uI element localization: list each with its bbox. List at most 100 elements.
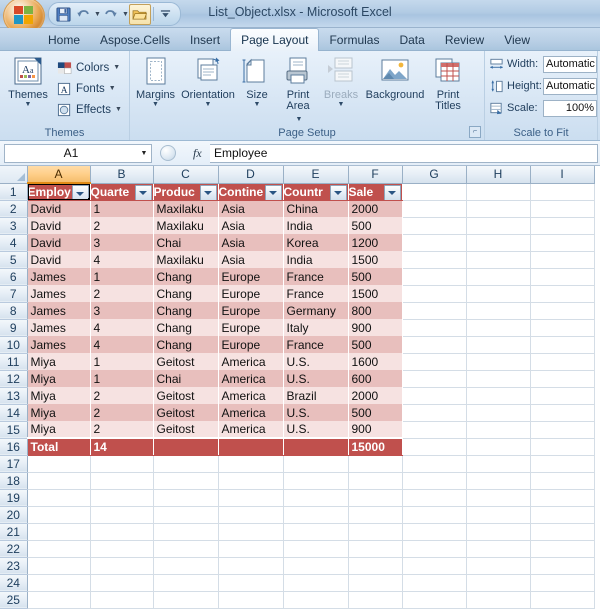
- empty-cell[interactable]: [27, 455, 91, 473]
- column-header-g[interactable]: G: [402, 166, 467, 184]
- empty-cell[interactable]: [402, 421, 467, 439]
- empty-cell[interactable]: [218, 557, 284, 575]
- row-header-22[interactable]: 22: [0, 540, 28, 558]
- column-header-d[interactable]: D: [218, 166, 284, 184]
- filter-button-quarter[interactable]: [134, 184, 152, 199]
- empty-cell[interactable]: [402, 234, 467, 252]
- table-cell[interactable]: Europe: [218, 285, 284, 302]
- tab-aspose-cells[interactable]: Aspose.Cells: [90, 29, 180, 52]
- row-header-16[interactable]: 16: [0, 438, 28, 456]
- table-cell[interactable]: David: [27, 234, 91, 251]
- empty-cell[interactable]: [402, 438, 467, 456]
- empty-cell[interactable]: [466, 438, 531, 456]
- table-cell[interactable]: America: [218, 404, 284, 421]
- orientation-button[interactable]: Orientation ▼: [179, 53, 237, 124]
- table-cell[interactable]: Chang: [153, 319, 219, 336]
- table-cell[interactable]: 900: [348, 421, 403, 438]
- empty-cell[interactable]: [466, 506, 531, 524]
- print-area-button[interactable]: Print Area ▼: [277, 53, 319, 124]
- empty-cell[interactable]: [402, 268, 467, 286]
- empty-cell[interactable]: [402, 183, 467, 201]
- empty-cell[interactable]: [530, 472, 595, 490]
- table-cell[interactable]: 500: [348, 336, 403, 353]
- empty-cell[interactable]: [530, 557, 595, 575]
- empty-cell[interactable]: [530, 183, 595, 201]
- empty-cell[interactable]: [402, 319, 467, 337]
- empty-cell[interactable]: [466, 523, 531, 541]
- empty-cell[interactable]: [27, 489, 91, 507]
- row-header-4[interactable]: 4: [0, 234, 28, 252]
- column-header-f[interactable]: F: [348, 166, 403, 184]
- empty-cell[interactable]: [348, 506, 403, 524]
- empty-cell[interactable]: [402, 455, 467, 473]
- table-cell[interactable]: Chai: [153, 370, 219, 387]
- empty-cell[interactable]: [530, 540, 595, 558]
- row-header-14[interactable]: 14: [0, 404, 28, 422]
- table-cell[interactable]: America: [218, 353, 284, 370]
- table-cell[interactable]: 800: [348, 302, 403, 319]
- row-header-20[interactable]: 20: [0, 506, 28, 524]
- empty-cell[interactable]: [283, 523, 349, 541]
- table-cell[interactable]: James: [27, 285, 91, 302]
- table-cell[interactable]: Korea: [283, 234, 349, 251]
- empty-cell[interactable]: [218, 540, 284, 558]
- table-total-cell[interactable]: 15000: [348, 437, 403, 456]
- table-cell[interactable]: Asia: [218, 234, 284, 251]
- empty-cell[interactable]: [153, 489, 219, 507]
- table-header-product[interactable]: Produc: [153, 183, 219, 201]
- table-total-cell[interactable]: 14: [90, 437, 154, 456]
- page-setup-dialog-launcher[interactable]: ⌐: [469, 126, 481, 138]
- width-select[interactable]: Automatic: [543, 55, 597, 73]
- row-header-17[interactable]: 17: [0, 455, 28, 473]
- column-header-h[interactable]: H: [466, 166, 531, 184]
- row-header-6[interactable]: 6: [0, 268, 28, 286]
- row-header-1[interactable]: 1: [0, 183, 28, 201]
- empty-cell[interactable]: [153, 506, 219, 524]
- table-cell[interactable]: Europe: [218, 302, 284, 319]
- table-cell[interactable]: Maxilaku: [153, 217, 219, 234]
- row-header-7[interactable]: 7: [0, 285, 28, 303]
- tab-insert[interactable]: Insert: [180, 29, 230, 52]
- filter-button-employee[interactable]: [71, 185, 89, 199]
- empty-cell[interactable]: [218, 523, 284, 541]
- table-total-cell[interactable]: Total: [27, 437, 91, 456]
- table-cell[interactable]: James: [27, 268, 91, 285]
- empty-cell[interactable]: [466, 319, 531, 337]
- insert-function-icon[interactable]: fx: [193, 146, 202, 161]
- table-cell[interactable]: James: [27, 319, 91, 336]
- empty-cell[interactable]: [466, 591, 531, 609]
- name-box[interactable]: A1 ▼: [4, 143, 152, 163]
- table-cell[interactable]: Geitost: [153, 421, 219, 438]
- table-cell[interactable]: 2: [90, 285, 154, 302]
- empty-cell[interactable]: [283, 574, 349, 592]
- empty-cell[interactable]: [402, 557, 467, 575]
- column-header-i[interactable]: I: [530, 166, 595, 184]
- table-cell[interactable]: 500: [348, 268, 403, 285]
- table-cell[interactable]: James: [27, 336, 91, 353]
- empty-cell[interactable]: [402, 506, 467, 524]
- empty-cell[interactable]: [283, 489, 349, 507]
- empty-cell[interactable]: [466, 200, 531, 218]
- empty-cell[interactable]: [153, 557, 219, 575]
- empty-cell[interactable]: [466, 336, 531, 354]
- table-cell[interactable]: India: [283, 217, 349, 234]
- breaks-dropdown-arrow[interactable]: ▼: [319, 101, 363, 108]
- empty-cell[interactable]: [27, 523, 91, 541]
- empty-cell[interactable]: [466, 574, 531, 592]
- empty-cell[interactable]: [218, 472, 284, 490]
- size-button[interactable]: Size ▼: [237, 53, 277, 124]
- table-cell[interactable]: France: [283, 268, 349, 285]
- tab-formulas[interactable]: Formulas: [319, 29, 389, 52]
- empty-cell[interactable]: [466, 234, 531, 252]
- print-area-dropdown-arrow[interactable]: ▼: [296, 116, 303, 123]
- empty-cell[interactable]: [153, 455, 219, 473]
- effects-button[interactable]: Effects ▼: [54, 99, 122, 120]
- empty-cell[interactable]: [283, 472, 349, 490]
- column-header-b[interactable]: B: [90, 166, 154, 184]
- empty-cell[interactable]: [218, 591, 284, 609]
- formula-input[interactable]: Employee: [210, 143, 598, 163]
- table-cell[interactable]: James: [27, 302, 91, 319]
- table-cell[interactable]: 600: [348, 370, 403, 387]
- empty-cell[interactable]: [283, 506, 349, 524]
- table-cell[interactable]: China: [283, 200, 349, 217]
